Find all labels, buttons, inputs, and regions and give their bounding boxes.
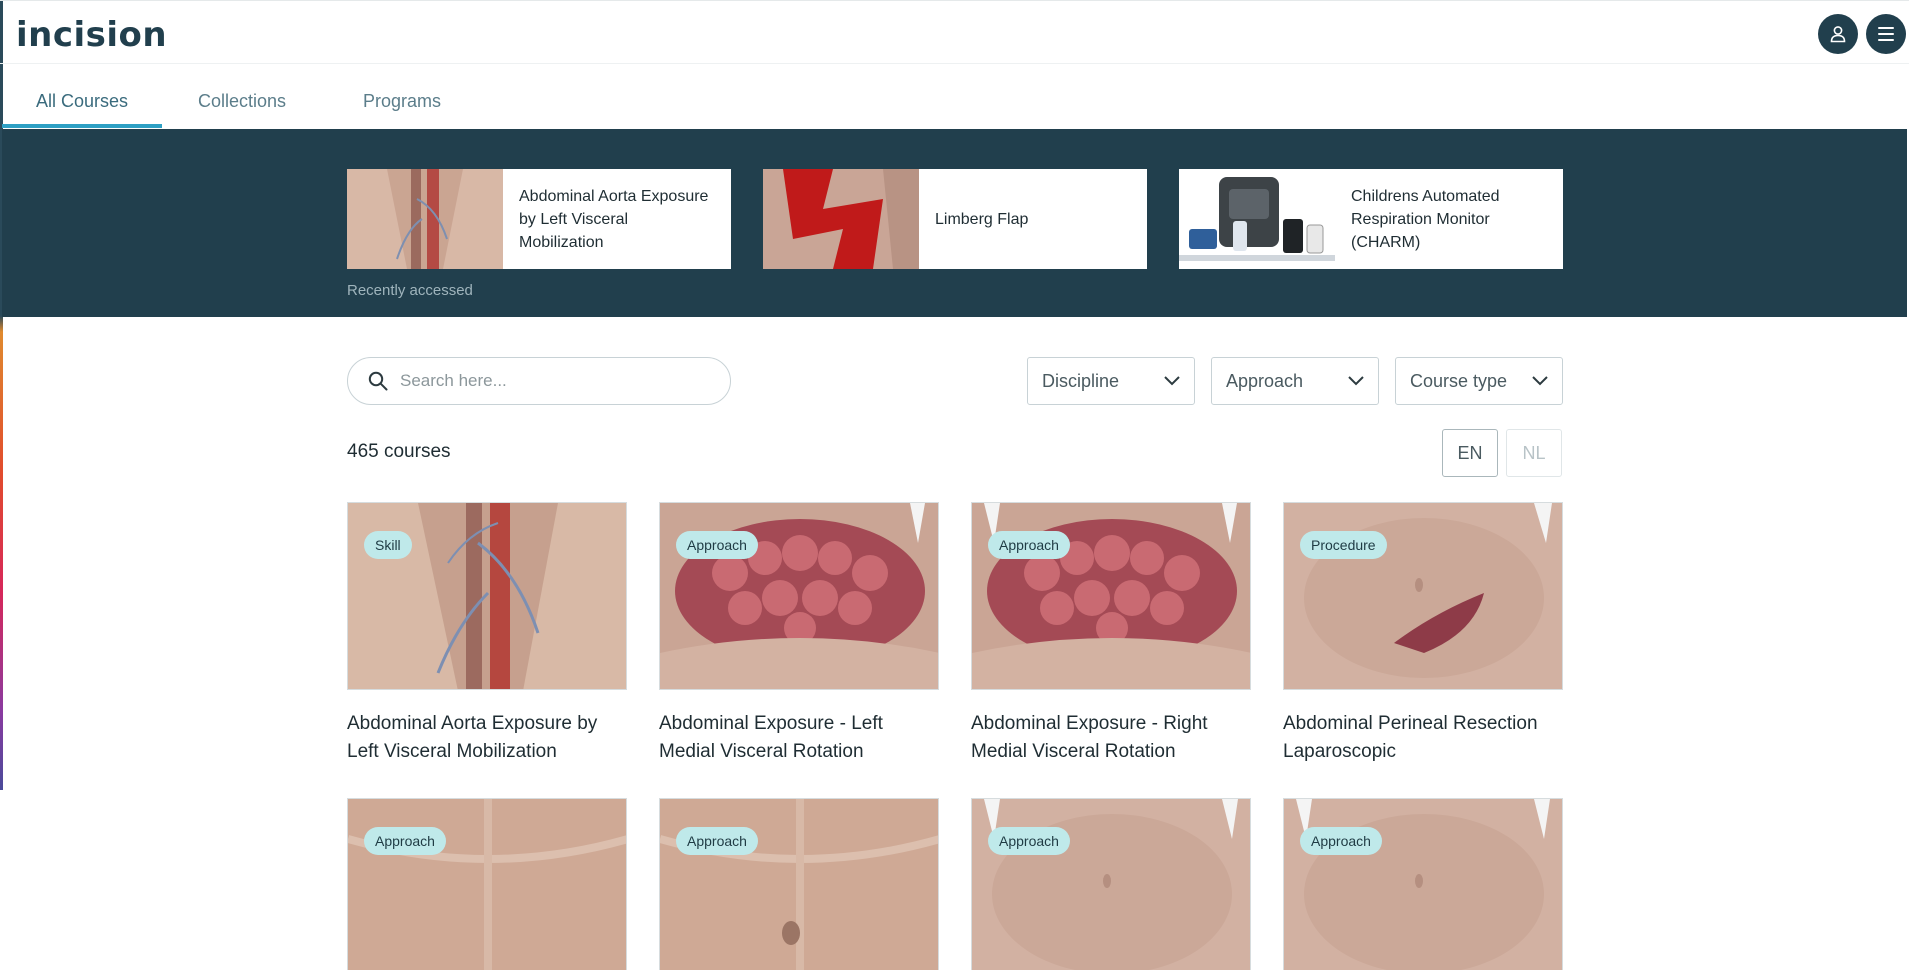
course-title: Abdominal Exposure - Left Medial Viscera… (659, 713, 883, 762)
course-type-badge: Procedure (1300, 531, 1387, 559)
recently-accessed-caption: Recently accessed (347, 282, 473, 299)
course-thumbnail: Approach (347, 798, 627, 970)
course-type-badge: Approach (988, 531, 1070, 559)
course-type-filter-dropdown[interactable]: Course type (1395, 357, 1563, 405)
recent-course-thumbnail (1179, 169, 1335, 269)
recent-course-title: Abdominal Aorta Exposure by Left Viscera… (519, 187, 709, 251)
incision-logo[interactable]: incision (16, 15, 167, 55)
course-type-badge: Approach (364, 827, 446, 855)
course-thumbnail: Procedure (1283, 502, 1563, 690)
chevron-down-icon (1532, 376, 1548, 386)
search-icon (368, 371, 388, 391)
course-thumbnail: Approach (659, 502, 939, 690)
course-type-badge: Skill (364, 531, 412, 559)
course-thumbnail: Skill (347, 502, 627, 690)
recent-course-thumbnail (763, 169, 919, 269)
recent-course-card[interactable]: Childrens Automated Respiration Monitor … (1179, 169, 1563, 269)
course-card[interactable]: Approach Abdominal Exposure - Left Media… (659, 502, 939, 766)
course-title: Abdominal Perineal Resection Laparoscopi… (1283, 713, 1538, 762)
search-field[interactable] (347, 357, 731, 405)
course-card[interactable]: Skill Abdominal Aorta Exposure by Left V… (347, 502, 627, 766)
chevron-down-icon (1348, 376, 1364, 386)
recent-course-title: Childrens Automated Respiration Monitor … (1351, 187, 1500, 251)
course-type-badge: Approach (1300, 827, 1382, 855)
course-card[interactable]: Approach Abdominal Exposure - Right Medi… (971, 502, 1251, 766)
course-title: Abdominal Aorta Exposure by Left Viscera… (347, 713, 598, 762)
course-count: 465 courses (347, 441, 451, 462)
dropdown-label: Approach (1226, 370, 1304, 391)
hamburger-menu-icon (1878, 27, 1894, 41)
discipline-filter-dropdown[interactable]: Discipline (1027, 357, 1195, 405)
chevron-down-icon (1164, 376, 1180, 386)
main-menu-button[interactable] (1866, 14, 1906, 54)
course-card[interactable]: Approach (971, 798, 1251, 970)
tab-all-courses[interactable]: All Courses (2, 64, 162, 128)
course-tabs: All Courses Collections Programs (0, 64, 1909, 128)
top-bar: incision (0, 0, 1909, 64)
course-thumbnail: Approach (971, 798, 1251, 970)
recent-course-title: Limberg Flap (935, 210, 1029, 228)
course-thumbnail: Approach (659, 798, 939, 970)
dropdown-label: Discipline (1042, 370, 1120, 391)
recent-course-thumbnail (347, 169, 503, 269)
tab-collections[interactable]: Collections (172, 64, 312, 128)
language-nl-button[interactable]: NL (1506, 429, 1562, 477)
dropdown-label: Course type (1410, 370, 1508, 391)
search-input[interactable] (400, 371, 700, 391)
course-card[interactable]: Approach (659, 798, 939, 970)
course-card[interactable]: Approach (347, 798, 627, 970)
course-title: Abdominal Exposure - Right Medial Viscer… (971, 713, 1208, 762)
course-thumbnail: Approach (971, 502, 1251, 690)
recent-course-card[interactable]: Limberg Flap (763, 169, 1147, 269)
course-type-badge: Approach (676, 531, 758, 559)
course-card[interactable]: Approach (1283, 798, 1563, 970)
recent-course-card[interactable]: Abdominal Aorta Exposure by Left Viscera… (347, 169, 731, 269)
course-card[interactable]: Procedure Abdominal Perineal Resection L… (1283, 502, 1563, 766)
language-en-button[interactable]: EN (1442, 429, 1498, 477)
user-account-button[interactable] (1818, 14, 1858, 54)
course-type-badge: Approach (988, 827, 1070, 855)
user-icon (1830, 26, 1846, 43)
course-type-badge: Approach (676, 827, 758, 855)
recently-accessed-panel: Abdominal Aorta Exposure by Left Viscera… (2, 129, 1907, 317)
tab-programs[interactable]: Programs (338, 64, 466, 128)
approach-filter-dropdown[interactable]: Approach (1211, 357, 1379, 405)
course-thumbnail: Approach (1283, 798, 1563, 970)
